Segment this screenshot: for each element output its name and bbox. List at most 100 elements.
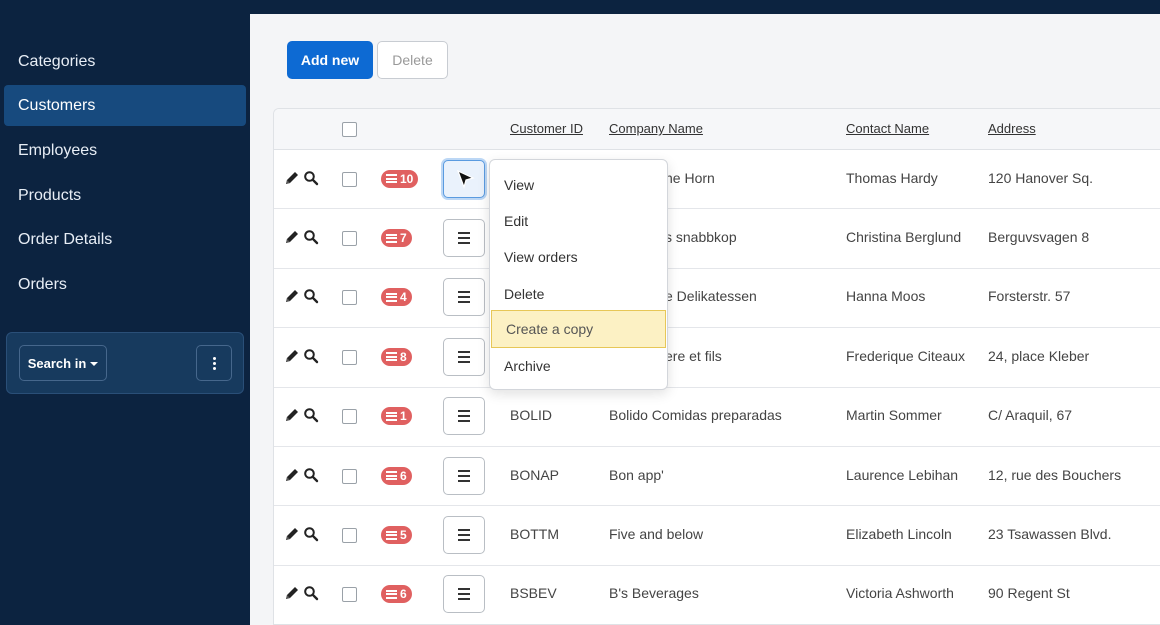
- cell-company-name: B's Beverages: [609, 585, 699, 602]
- cell-company-name: Bolido Comidas preparadas: [609, 407, 782, 424]
- cell-company-name: Five and below: [609, 526, 704, 543]
- cell-company-name: he Horn: [665, 169, 715, 186]
- customers-table: Customer ID Company Name Contact Name Ad…: [273, 108, 1160, 625]
- hamburger-line-icon: [458, 237, 470, 240]
- pencil-icon[interactable]: [284, 229, 300, 245]
- hamburger-line-icon: [458, 415, 470, 418]
- pencil-icon[interactable]: [284, 585, 300, 601]
- row-menu-button[interactable]: [443, 219, 485, 258]
- cell-company-name: e Delikatessen: [665, 288, 757, 305]
- column-header-customer-id[interactable]: Customer ID: [510, 121, 583, 136]
- pencil-icon[interactable]: [284, 407, 300, 423]
- orders-count-badge[interactable]: 10: [381, 169, 419, 188]
- magnifier-icon[interactable]: [303, 288, 319, 304]
- magnifier-icon[interactable]: [303, 585, 319, 601]
- cell-address: 90 Regent St: [988, 585, 1070, 602]
- list-icon: [386, 530, 397, 540]
- delete-button[interactable]: Delete: [377, 41, 448, 79]
- menu-item-archive[interactable]: Archive: [490, 348, 667, 384]
- hamburger-line-icon: [458, 529, 470, 532]
- cell-customer-id: BSBEV: [510, 585, 557, 602]
- pencil-icon[interactable]: [284, 170, 300, 186]
- menu-item-view-orders[interactable]: View orders: [490, 239, 667, 275]
- menu-item-edit[interactable]: Edit: [490, 203, 667, 239]
- column-header-address[interactable]: Address: [988, 121, 1036, 136]
- menu-item-delete[interactable]: Delete: [490, 276, 667, 312]
- row-checkbox[interactable]: [342, 171, 357, 187]
- magnifier-icon[interactable]: [303, 407, 319, 423]
- orders-count: 7: [400, 231, 407, 246]
- list-icon: [386, 233, 397, 243]
- hamburger-line-icon: [458, 242, 470, 245]
- list-icon: [386, 471, 397, 481]
- table-header: Customer ID Company Name Contact Name Ad…: [274, 109, 1160, 150]
- search-panel: Search in: [6, 332, 244, 394]
- select-all-checkbox[interactable]: [342, 122, 357, 137]
- row-checkbox[interactable]: [342, 349, 357, 365]
- column-header-company-name[interactable]: Company Name: [609, 121, 703, 136]
- hamburger-line-icon: [458, 588, 470, 591]
- magnifier-icon[interactable]: [303, 348, 319, 364]
- row-menu-button[interactable]: [443, 337, 485, 376]
- row-checkbox[interactable]: [342, 587, 357, 603]
- orders-count-badge[interactable]: 5: [381, 526, 412, 545]
- orders-count-badge[interactable]: 7: [381, 229, 412, 248]
- row-menu-button[interactable]: [443, 456, 485, 495]
- table-row: 6 BSBEV B's Beverages Victoria Ashworth …: [274, 566, 1160, 624]
- hamburger-line-icon: [458, 350, 470, 353]
- hamburger-line-icon: [458, 534, 470, 537]
- row-checkbox[interactable]: [342, 231, 357, 247]
- magnifier-icon[interactable]: [303, 467, 319, 483]
- row-menu-button[interactable]: [443, 397, 485, 436]
- hamburger-line-icon: [458, 301, 470, 304]
- row-menu-button[interactable]: [443, 575, 485, 614]
- orders-count-badge[interactable]: 4: [381, 288, 412, 307]
- more-options-button[interactable]: [196, 345, 232, 381]
- orders-count-badge[interactable]: 8: [381, 347, 412, 366]
- row-checkbox[interactable]: [342, 409, 357, 425]
- sidebar-item-orders[interactable]: Orders: [4, 264, 246, 305]
- row-menu-button-active[interactable]: [443, 159, 485, 198]
- cell-contact-name: Hanna Moos: [846, 288, 926, 305]
- table-row: 8 ere et fils Frederique Citeaux 24, pla…: [274, 328, 1160, 388]
- magnifier-icon[interactable]: [303, 170, 319, 186]
- orders-count-badge[interactable]: 6: [381, 585, 412, 604]
- cell-company-name: Bon app': [609, 466, 664, 483]
- column-header-contact-name[interactable]: Contact Name: [846, 121, 929, 136]
- orders-count: 4: [400, 290, 407, 305]
- orders-count-badge[interactable]: 6: [381, 466, 412, 485]
- row-checkbox[interactable]: [342, 290, 357, 306]
- pencil-icon[interactable]: [284, 526, 300, 542]
- sidebar-item-customers[interactable]: Customers: [4, 85, 246, 126]
- add-new-button[interactable]: Add new: [287, 41, 373, 79]
- row-checkbox[interactable]: [342, 468, 357, 484]
- menu-item-create-copy[interactable]: Create a copy: [491, 310, 666, 348]
- hamburger-line-icon: [458, 291, 470, 294]
- sidebar-item-order-details[interactable]: Order Details: [4, 219, 246, 260]
- cell-customer-id: BOLID: [510, 407, 553, 424]
- list-icon: [386, 411, 397, 421]
- list-icon: [386, 352, 397, 362]
- sidebar-item-products[interactable]: Products: [4, 175, 246, 216]
- row-menu-button[interactable]: [443, 278, 485, 317]
- row-menu-button[interactable]: [443, 516, 485, 555]
- pencil-icon[interactable]: [284, 348, 300, 364]
- cell-contact-name: Elizabeth Lincoln: [846, 526, 952, 543]
- sidebar-item-employees[interactable]: Employees: [4, 130, 246, 171]
- hamburger-line-icon: [458, 479, 470, 482]
- pencil-icon[interactable]: [284, 467, 300, 483]
- hamburger-line-icon: [458, 420, 470, 423]
- search-in-dropdown[interactable]: Search in: [19, 345, 107, 381]
- row-checkbox[interactable]: [342, 528, 357, 544]
- cell-contact-name: Frederique Citeaux: [846, 347, 966, 364]
- hamburger-line-icon: [458, 355, 470, 358]
- row-actions-menu: View Edit View orders Delete Create a co…: [489, 159, 668, 390]
- hamburger-line-icon: [458, 410, 470, 413]
- magnifier-icon[interactable]: [303, 526, 319, 542]
- kebab-dot-icon: [212, 361, 216, 365]
- magnifier-icon[interactable]: [303, 229, 319, 245]
- menu-item-view[interactable]: View: [490, 167, 667, 203]
- orders-count-badge[interactable]: 1: [381, 407, 412, 426]
- pencil-icon[interactable]: [284, 288, 300, 304]
- sidebar-item-categories[interactable]: Categories: [4, 41, 246, 82]
